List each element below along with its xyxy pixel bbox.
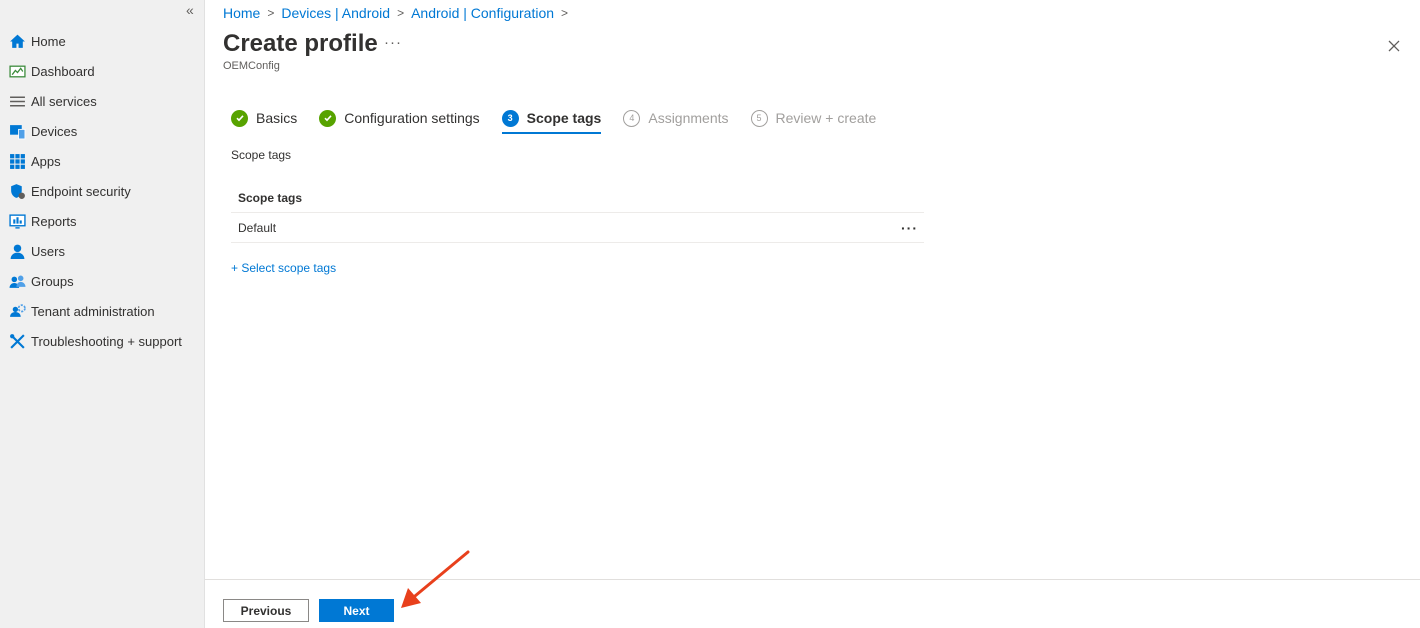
column-header: Scope tags (238, 190, 303, 205)
step-scope-tags[interactable]: 3 Scope tags (501, 105, 602, 134)
next-button[interactable]: Next (319, 599, 394, 622)
step-basics[interactable]: Basics (231, 105, 297, 131)
list-icon (8, 92, 26, 110)
page-title: Create profile (223, 30, 378, 57)
tools-icon (8, 332, 26, 350)
step-number-badge: 3 (501, 109, 519, 127)
apps-icon (8, 152, 26, 170)
section-label: Scope tags (231, 148, 292, 162)
main-content: Home > Devices | Android > Android | Con… (205, 0, 1420, 628)
nav-item-label: Troubleshooting + support (31, 333, 182, 349)
nav-item-apps[interactable]: Apps (0, 146, 205, 176)
groups-icon (8, 272, 26, 290)
footer-bar: Previous Next (205, 579, 1420, 628)
chevron-right-icon: > (397, 6, 405, 20)
breadcrumb: Home > Devices | Android > Android | Con… (223, 5, 575, 21)
close-icon[interactable] (1384, 36, 1404, 56)
home-icon (8, 32, 26, 50)
previous-button[interactable]: Previous (223, 599, 309, 622)
nav-item-label: Tenant administration (31, 303, 155, 319)
nav-item-label: All services (31, 93, 97, 109)
more-options-button[interactable]: ··· (384, 34, 402, 51)
nav-item-label: Endpoint security (31, 183, 131, 199)
wizard-steps: Basics Configuration settings 3 Scope ta… (231, 105, 898, 135)
step-number-badge: 4 (623, 109, 641, 127)
nav-item-devices[interactable]: Devices (0, 116, 205, 146)
nav-item-home[interactable]: Home (0, 26, 205, 56)
chevron-right-icon: > (267, 6, 275, 20)
nav-item-users[interactable]: Users (0, 236, 205, 266)
step-label: Scope tags (526, 110, 602, 126)
dashboard-icon (8, 62, 26, 80)
user-icon (8, 242, 26, 260)
nav-item-label: Devices (31, 123, 78, 139)
row-more-options-button[interactable]: ··· (901, 220, 918, 236)
table-header: Scope tags (231, 183, 924, 213)
step-label: Basics (256, 110, 298, 126)
nav-item-label: Reports (31, 213, 77, 229)
breadcrumb-home[interactable]: Home (223, 5, 260, 21)
nav-item-reports[interactable]: Reports (0, 206, 205, 236)
nav-item-label: Users (31, 243, 65, 259)
shield-icon (8, 182, 26, 200)
check-circle-icon (231, 109, 248, 127)
nav-item-label: Apps (31, 153, 61, 169)
chevron-right-icon: > (561, 6, 569, 20)
step-label: Review + create (775, 110, 877, 126)
nav-item-label: Dashboard (31, 63, 95, 79)
annotation-arrow-icon (401, 550, 470, 608)
nav-item-groups[interactable]: Groups (0, 266, 205, 296)
nav-item-dashboard[interactable]: Dashboard (0, 56, 205, 86)
nav-item-troubleshooting-support[interactable]: Troubleshooting + support (0, 326, 205, 356)
reports-icon (8, 212, 26, 230)
nav-item-endpoint-security[interactable]: Endpoint security (0, 176, 205, 206)
step-assignments[interactable]: 4 Assignments (623, 105, 729, 131)
breadcrumb-android-configuration[interactable]: Android | Configuration (411, 5, 554, 21)
breadcrumb-devices-android[interactable]: Devices | Android (281, 5, 390, 21)
collapse-sidebar-icon[interactable]: « (186, 2, 194, 18)
check-circle-icon (319, 109, 337, 127)
table-row: Default ··· (231, 213, 924, 243)
step-label: Assignments (648, 110, 729, 126)
nav-item-label: Home (31, 33, 66, 49)
step-review-create[interactable]: 5 Review + create (750, 105, 877, 131)
select-scope-tags-link[interactable]: + Select scope tags (231, 261, 336, 275)
nav-item-label: Groups (31, 273, 74, 289)
step-configuration-settings[interactable]: Configuration settings (319, 105, 480, 131)
step-label: Configuration settings (344, 110, 480, 126)
page-subtitle: OEMConfig (223, 60, 280, 72)
step-number-badge: 5 (750, 109, 768, 127)
scope-tags-table: Scope tags Default ··· (231, 183, 924, 243)
devices-icon (8, 122, 26, 140)
tenant-admin-icon (8, 302, 26, 320)
table-cell: Default (238, 220, 277, 235)
nav-item-all-services[interactable]: All services (0, 86, 205, 116)
nav-list: Home Dashboard All services Devices Apps (0, 26, 205, 356)
nav-item-tenant-administration[interactable]: Tenant administration (0, 296, 205, 326)
left-nav: « Home Dashboard All services Devices Ap… (0, 0, 205, 628)
